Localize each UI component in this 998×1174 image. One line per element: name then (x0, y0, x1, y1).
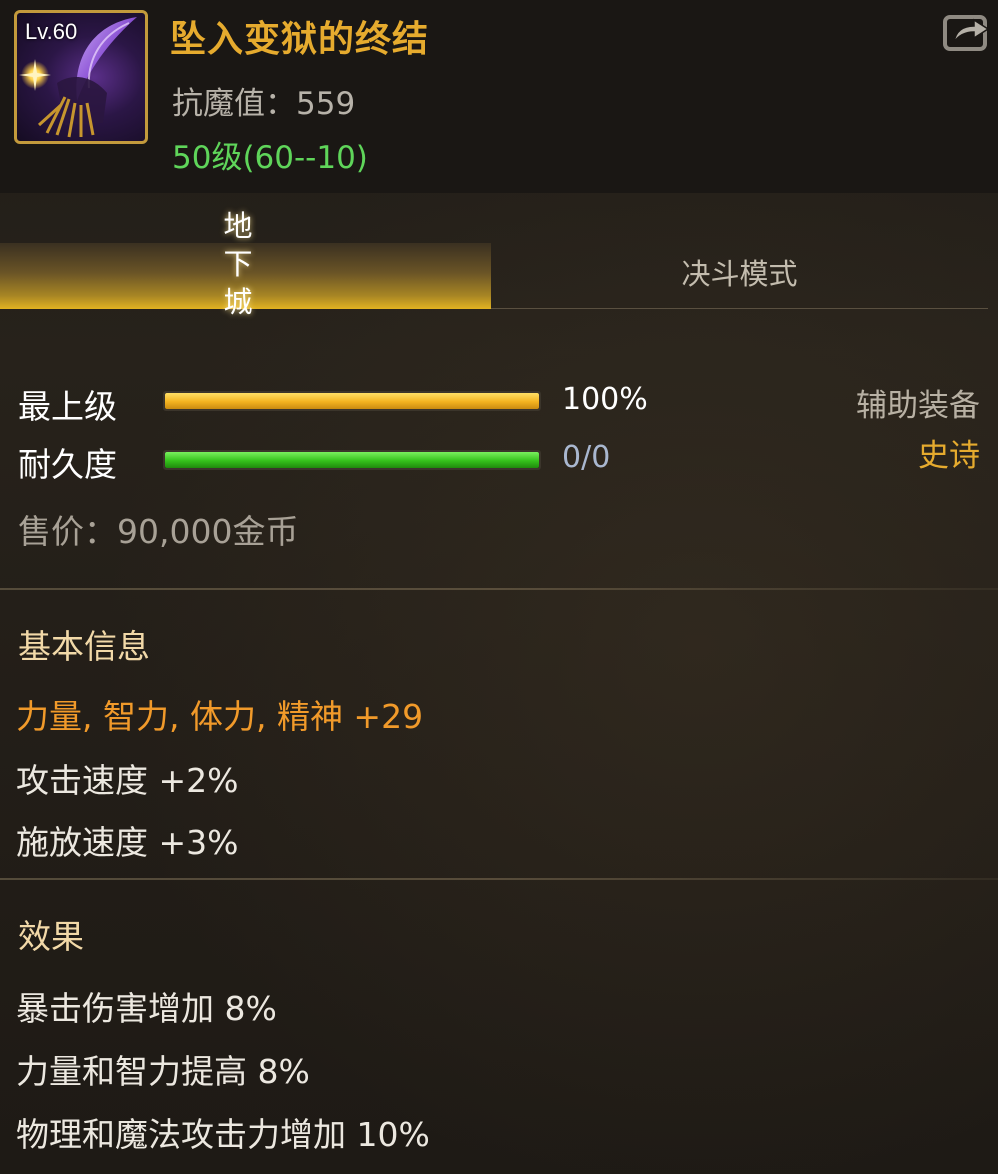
divider (0, 878, 998, 880)
divider (0, 588, 998, 590)
item-tooltip-panel: Lv.60 坠入变狱的终结 抗魔值：559 50级(60--10) 地 下 城 … (0, 0, 998, 1174)
effects-title: 效果 (18, 917, 84, 956)
effect-line-str-int: 力量和智力提高 8% (16, 1052, 310, 1091)
tab-dungeon-char-1: 地 (223, 209, 253, 243)
tab-dungeon-label: 地 下 城 (218, 207, 258, 321)
tab-dungeon-char-2: 下 (223, 247, 253, 281)
top-grade-label: 最上级 (18, 387, 117, 426)
top-grade-bar-fill (165, 393, 539, 409)
item-type: 辅助装备 (856, 388, 980, 424)
item-grade: 史诗 (918, 438, 980, 474)
effect-line-crit-damage: 暴击伤害增加 8% (16, 989, 277, 1028)
top-grade-bar (163, 391, 541, 411)
effect-line-attack-power: 物理和魔法攻击力增加 10% (16, 1115, 430, 1154)
top-grade-value: 100% (562, 382, 648, 417)
mode-tabs: 地 下 城 决斗模式 (0, 193, 998, 321)
item-level-badge: Lv.60 (25, 19, 78, 44)
item-header: Lv.60 坠入变狱的终结 抗魔值：559 50级(60--10) (0, 0, 998, 193)
basic-info-title: 基本信息 (18, 627, 150, 666)
tab-duel-mode-label: 决斗模式 (681, 257, 798, 291)
share-icon (943, 15, 990, 51)
share-button[interactable] (942, 12, 990, 52)
scythe-item-icon[interactable]: Lv.60 (14, 10, 148, 144)
durability-value: 0/0 (562, 440, 611, 475)
stat-line-attack-speed: 攻击速度 +2% (16, 761, 239, 800)
tab-duel-mode[interactable]: 决斗模式 (491, 243, 988, 309)
level-range: 50级(60--10) (172, 140, 368, 176)
sell-price: 售价：90,000金币 (18, 512, 299, 551)
magic-resistance-stat: 抗魔值：559 (172, 86, 356, 122)
stat-line-cast-speed: 施放速度 +3% (16, 823, 239, 862)
durability-bar (163, 450, 541, 470)
tab-dungeon-char-3: 城 (223, 285, 253, 319)
item-name: 坠入变狱的终结 (170, 19, 430, 60)
durability-label: 耐久度 (18, 445, 117, 484)
durability-bar-fill (165, 452, 539, 468)
stat-line-main: 力量, 智力, 体力, 精神 +29 (16, 697, 424, 736)
